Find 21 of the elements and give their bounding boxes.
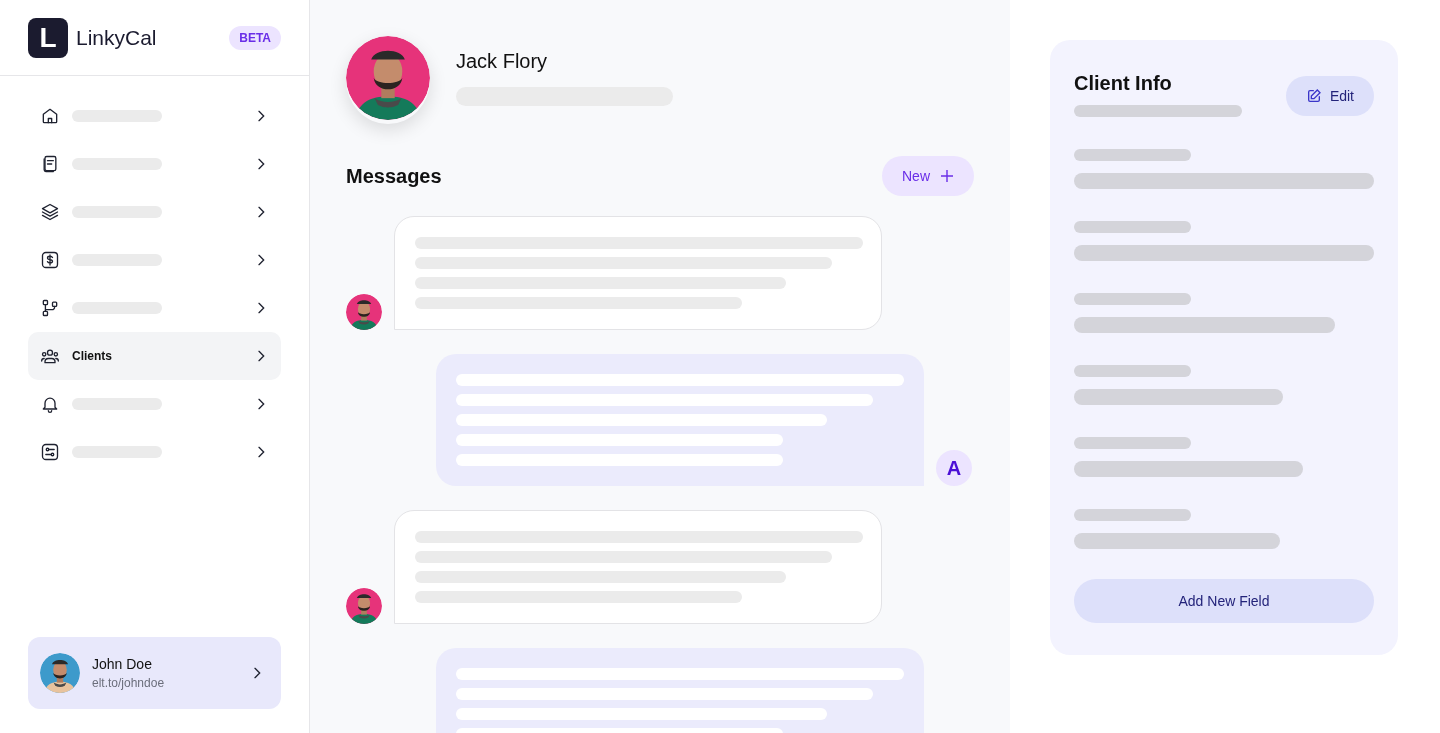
user-card[interactable]: John Doe elt.to/johndoe <box>28 637 281 709</box>
user-link: elt.to/johndoe <box>92 676 166 690</box>
dollar-icon <box>40 250 60 270</box>
plus-icon <box>940 169 954 183</box>
edit-icon <box>1305 88 1322 104</box>
sliders-icon <box>40 442 60 462</box>
client-name: Jack Flory <box>456 50 549 73</box>
user-name: John Doe <box>92 656 153 672</box>
new-message-button[interactable]: New <box>882 156 974 196</box>
brand-name: LinkyCal <box>76 25 157 50</box>
home-icon <box>40 106 60 126</box>
beta-badge: BETA <box>229 25 281 50</box>
messages-title: Messages <box>346 164 442 188</box>
branch-icon <box>40 298 60 318</box>
logo: L <box>28 17 68 58</box>
edit-button[interactable]: Edit <box>1285 76 1374 116</box>
add-field-button[interactable]: Add New Field <box>1074 579 1374 623</box>
avatar: A <box>936 450 972 486</box>
nav-item[interactable]: Clients <box>28 332 281 380</box>
client-info-title: Client Info <box>1074 72 1173 95</box>
layers-icon <box>40 202 60 222</box>
